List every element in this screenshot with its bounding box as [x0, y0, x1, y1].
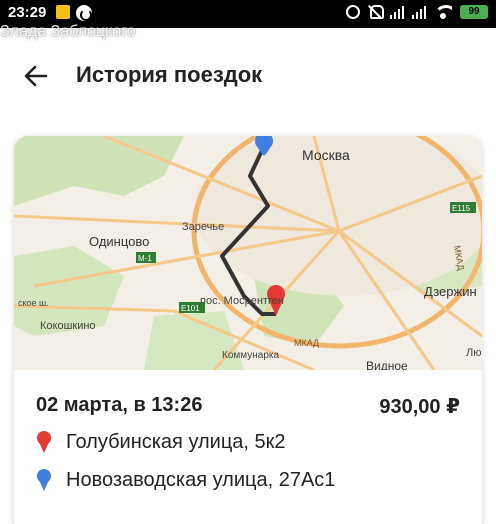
map-label-kommunarka: Коммунарка [222, 350, 279, 361]
watermark: Злада Заблоцкого [0, 23, 136, 40]
map-label-odintsovo: Одинцово [89, 234, 149, 249]
from-address: Голубинская улица, 5к2 [66, 430, 286, 453]
signal-icon-2 [412, 5, 426, 19]
map-label-road: ское ш. [18, 298, 49, 308]
notification-icons [56, 5, 92, 21]
to-address: Новозаводская улица, 27Ас1 [66, 468, 336, 491]
map-label-zarechye: Заречье [182, 221, 224, 233]
blue-pin-icon [37, 469, 51, 491]
signal-icon [390, 5, 404, 19]
map-label-liu: Лю [466, 347, 481, 359]
map-label-m1: M-1 [138, 254, 152, 263]
status-time: 23:29 [8, 4, 47, 21]
arrow-back-icon [24, 65, 48, 87]
trip-date: 02 марта, в 13:26 [36, 394, 203, 416]
map-label-e101: E101 [181, 304, 200, 313]
page-title: История поездок [76, 62, 263, 87]
to-address-row: Новозаводская улица, 27Ас1 [36, 468, 335, 492]
map-label-mosrentgen: пос. Мосрентген [200, 295, 284, 307]
map-label-dzerzhin: Дзержин [424, 284, 477, 299]
mute-icon [368, 5, 384, 19]
map-forest [14, 136, 184, 206]
hotspot-icon [346, 5, 360, 19]
app-bar: История поездок [0, 28, 496, 124]
back-button[interactable] [20, 60, 52, 92]
battery-icon: 99 [460, 5, 488, 19]
map-label-vidnoe: Видное [366, 359, 408, 370]
trip-price: 930,00 ₽ [379, 396, 460, 418]
status-icons: 99 [346, 5, 488, 19]
route-map[interactable]: Москва Одинцово Заречье пос. Мосрентген … [14, 136, 482, 370]
map-canvas: Москва Одинцово Заречье пос. Мосрентген … [14, 136, 482, 370]
wifi-icon [434, 5, 452, 19]
map-label-e115: E115 [452, 204, 471, 213]
map-label-mkad: МКАД [294, 338, 319, 348]
trip-card[interactable]: Москва Одинцово Заречье пос. Мосрентген … [14, 136, 482, 524]
whatsapp-icon [76, 5, 92, 21]
notification-app-icon [56, 5, 70, 19]
map-label-kokoshkino: Кокошкино [40, 320, 96, 332]
red-pin-icon [37, 431, 51, 453]
from-address-row: Голубинская улица, 5к2 [36, 430, 286, 454]
map-label-moskva: Москва [302, 147, 350, 163]
